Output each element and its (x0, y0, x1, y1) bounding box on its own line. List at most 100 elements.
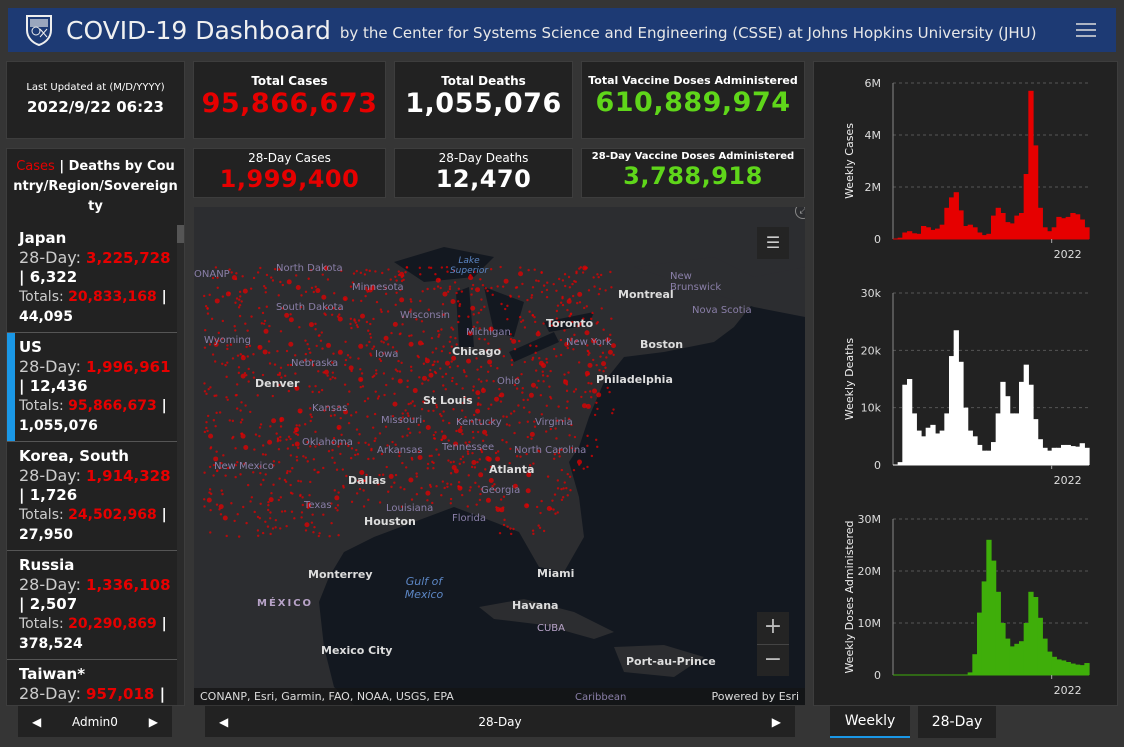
case-dot[interactable] (610, 317, 613, 320)
case-dot[interactable] (496, 285, 499, 288)
case-dot[interactable] (237, 371, 241, 375)
case-dot[interactable] (549, 507, 553, 511)
case-dot[interactable] (490, 403, 493, 406)
case-dot[interactable] (214, 424, 217, 428)
case-dot[interactable] (359, 368, 362, 371)
case-dot[interactable] (365, 344, 368, 347)
case-dot[interactable] (484, 287, 488, 290)
case-dot[interactable] (268, 362, 272, 365)
country-list-item[interactable]: Japan 28-Day: 3,225,728 | 6,322 Totals: … (7, 224, 177, 333)
case-dot[interactable] (262, 349, 268, 355)
case-dot[interactable] (401, 323, 404, 326)
case-dot[interactable] (371, 347, 374, 351)
case-dot[interactable] (263, 328, 269, 334)
case-dot[interactable] (441, 375, 444, 379)
case-dot[interactable] (372, 457, 375, 460)
case-dot[interactable] (462, 461, 465, 464)
case-dot[interactable] (417, 355, 420, 359)
case-dot[interactable] (279, 425, 283, 428)
case-dot[interactable] (209, 447, 212, 450)
case-dot[interactable] (256, 394, 259, 397)
case-dot[interactable] (422, 362, 426, 365)
case-dot[interactable] (574, 388, 578, 391)
case-dot[interactable] (267, 439, 273, 445)
case-dot[interactable] (485, 379, 488, 382)
case-dot[interactable] (479, 278, 482, 281)
case-dot[interactable] (409, 365, 413, 369)
case-dot[interactable] (499, 265, 502, 269)
case-dot[interactable] (252, 276, 256, 280)
case-dot[interactable] (546, 281, 549, 284)
case-dot[interactable] (537, 330, 540, 333)
case-dot[interactable] (450, 360, 453, 363)
case-dot[interactable] (308, 322, 314, 328)
case-dot[interactable] (243, 372, 247, 375)
case-dot[interactable] (569, 313, 572, 316)
case-dot[interactable] (545, 357, 548, 361)
case-dot[interactable] (446, 485, 449, 488)
list-scrollbar[interactable] (177, 225, 184, 705)
case-dot[interactable] (370, 449, 373, 452)
case-dot[interactable] (542, 322, 545, 325)
case-dot[interactable] (571, 282, 574, 286)
case-dot[interactable] (252, 371, 255, 374)
case-dot[interactable] (476, 460, 479, 464)
case-dot[interactable] (567, 371, 570, 374)
case-dot[interactable] (326, 374, 329, 377)
case-dot[interactable] (366, 397, 370, 400)
case-dot[interactable] (322, 513, 325, 516)
case-dot[interactable] (607, 349, 613, 355)
case-dot[interactable] (585, 305, 588, 308)
case-dot[interactable] (471, 283, 475, 287)
case-dot[interactable] (222, 454, 225, 457)
case-dot[interactable] (555, 289, 558, 293)
case-dot[interactable] (277, 448, 281, 451)
case-dot[interactable] (238, 298, 241, 301)
case-dot[interactable] (385, 465, 388, 469)
case-dot[interactable] (360, 372, 364, 375)
case-dot[interactable] (600, 307, 603, 310)
case-dot[interactable] (428, 372, 434, 378)
case-dot[interactable] (296, 433, 300, 437)
case-dot[interactable] (228, 291, 231, 295)
case-dot[interactable] (410, 498, 414, 501)
case-dot[interactable] (338, 313, 341, 316)
case-dot[interactable] (494, 451, 498, 455)
case-dot[interactable] (404, 409, 407, 412)
case-dot[interactable] (279, 417, 283, 421)
case-dot[interactable] (542, 284, 546, 287)
case-dot[interactable] (290, 510, 294, 513)
case-dot[interactable] (559, 353, 563, 357)
case-dot[interactable] (390, 485, 393, 489)
case-dot[interactable] (556, 304, 560, 307)
case-dot[interactable] (598, 369, 601, 372)
case-dot[interactable] (457, 315, 461, 318)
case-dot[interactable] (397, 359, 400, 363)
case-dot[interactable] (418, 266, 422, 270)
case-dot[interactable] (521, 387, 524, 390)
case-dot[interactable] (279, 366, 283, 369)
case-dot[interactable] (218, 411, 222, 414)
case-dot[interactable] (599, 273, 603, 277)
case-dot[interactable] (434, 347, 438, 350)
case-dot[interactable] (483, 305, 486, 308)
case-dot[interactable] (450, 326, 453, 329)
country-list-item[interactable]: Taiwan* 28-Day: 957,018 | 931 Totals: 6,… (7, 660, 177, 704)
case-dot[interactable] (215, 450, 218, 453)
case-dot[interactable] (235, 407, 239, 410)
case-dot[interactable] (238, 303, 242, 307)
case-dot[interactable] (378, 432, 382, 435)
case-dot[interactable] (572, 348, 575, 351)
case-dot[interactable] (552, 457, 556, 460)
case-dot[interactable] (330, 313, 334, 316)
case-dot[interactable] (449, 497, 453, 501)
case-dot[interactable] (442, 291, 448, 297)
zoom-out-button[interactable]: − (757, 644, 789, 676)
case-dot[interactable] (375, 369, 378, 372)
case-dot[interactable] (580, 395, 583, 399)
case-dot[interactable] (563, 373, 566, 376)
case-dot[interactable] (534, 351, 537, 355)
prev-arrow-icon[interactable]: ◀ (219, 715, 228, 729)
case-dot[interactable] (307, 347, 311, 351)
case-dot[interactable] (209, 492, 213, 496)
